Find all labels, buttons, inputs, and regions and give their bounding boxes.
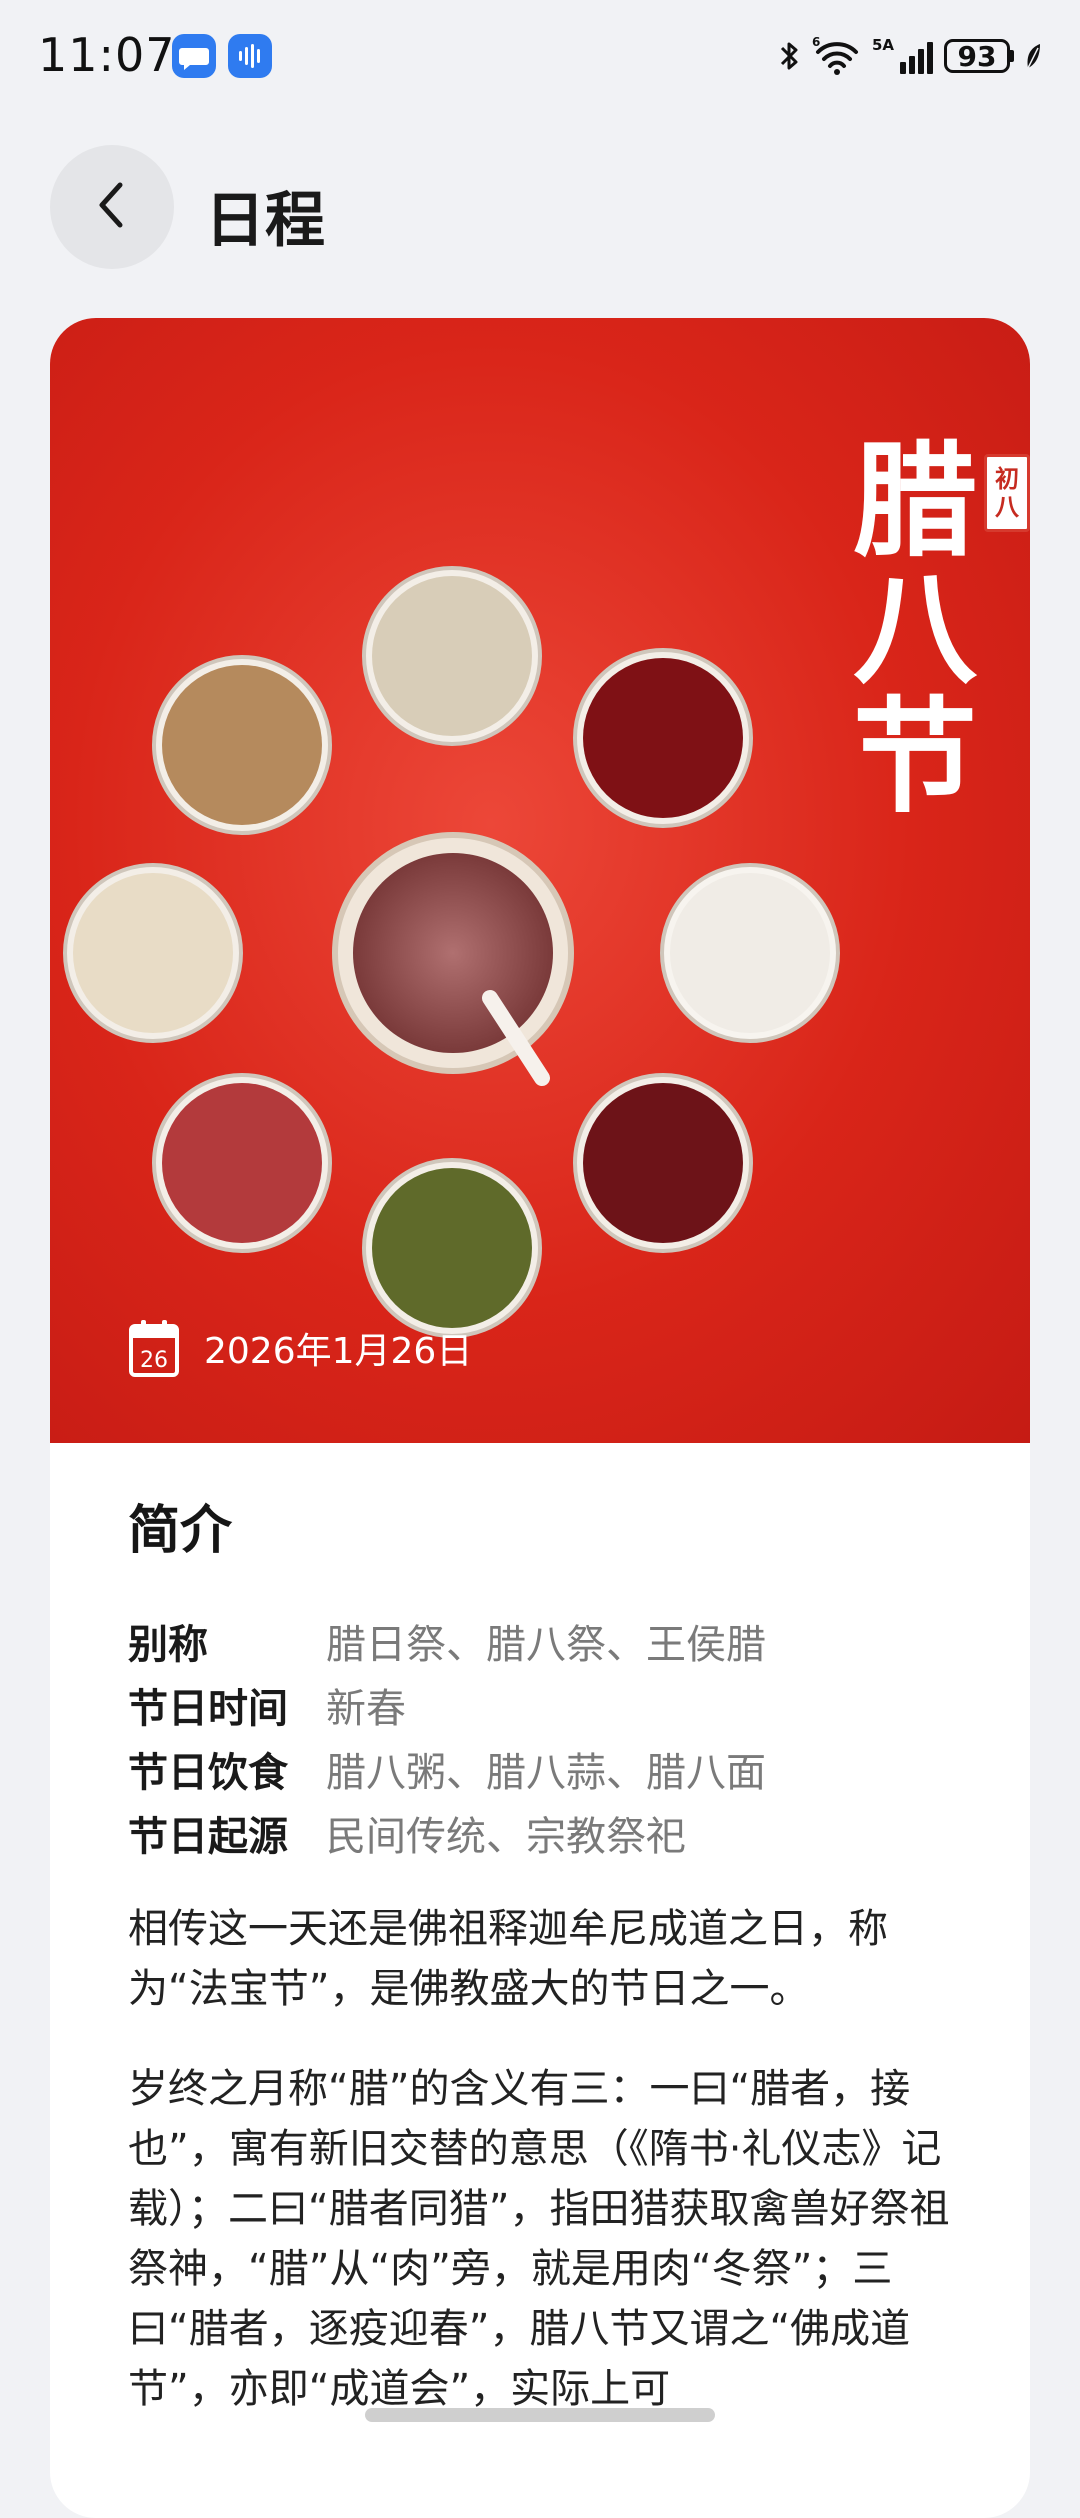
festival-date: 26 2026年1月26日	[128, 1318, 472, 1378]
voice-app-icon	[228, 34, 272, 78]
home-indicator[interactable]	[365, 2408, 715, 2422]
lunar-char: 初	[995, 464, 1019, 493]
back-button[interactable]	[50, 145, 174, 269]
field-row-time: 节日时间 新春	[128, 1677, 958, 1741]
field-value: 腊八粥、腊八蒜、腊八面	[326, 1750, 766, 1796]
status-icons: 6 5A 93	[778, 30, 1044, 82]
status-bar: 11:07 6 5A 93	[0, 0, 1080, 112]
lunar-char: 八	[995, 492, 1019, 521]
field-value: 腊日祭、腊八祭、王侯腊	[326, 1622, 766, 1668]
wifi-icon: 6	[812, 36, 862, 76]
calendar-icon: 26	[128, 1318, 180, 1378]
page-title: 日程	[205, 186, 325, 256]
battery-level: 93	[944, 39, 1010, 73]
status-time: 11:07	[38, 28, 176, 82]
field-row-origin: 节日起源 民间传统、宗教祭祀	[128, 1805, 958, 1869]
chevron-left-icon	[92, 177, 132, 237]
festival-title-char: 八	[853, 557, 978, 702]
bluetooth-icon	[778, 38, 802, 74]
field-label: 节日时间	[128, 1686, 288, 1732]
field-value: 新春	[326, 1686, 406, 1732]
network-type-label: 5A	[872, 36, 894, 54]
svg-text:6: 6	[812, 36, 820, 49]
battery-icon: 93	[944, 39, 1014, 73]
field-row-food: 节日饮食 腊八粥、腊八蒜、腊八面	[128, 1741, 958, 1805]
intro-section: 简介 别称 腊日祭、腊八祭、王侯腊 节日时间 新春 节日饮食 腊八粥、腊八蒜、腊…	[128, 1488, 958, 2419]
message-app-icon	[172, 34, 216, 78]
lunar-date-stamp: 初 八	[984, 454, 1030, 532]
intro-paragraph: 相传这一天还是佛祖释迦牟尼成道之日，称为“法宝节”，是佛教盛大的节日之一。	[128, 1906, 888, 2012]
intro-paragraph: 岁终之月称“腊”的含义有三：一曰“腊者，接也”，寓有新旧交替的意思（《隋书·礼仪…	[128, 2066, 950, 2412]
festival-card: 腊 八 节 初 八 26 2026年1月26日 简介 别称 腊日祭、腊八祭、王侯…	[50, 318, 1030, 2518]
festival-title-char: 节	[853, 685, 978, 830]
field-label: 节日饮食	[128, 1750, 288, 1796]
field-row-alias: 别称 腊日祭、腊八祭、王侯腊	[128, 1613, 958, 1677]
intro-title: 简介	[128, 1501, 233, 1561]
field-label: 节日起源	[128, 1814, 288, 1860]
festival-title-char: 腊	[853, 429, 978, 574]
calendar-day-number: 26	[140, 1348, 168, 1373]
date-text: 2026年1月26日	[204, 1331, 473, 1372]
festival-hero-image: 腊 八 节 初 八 26 2026年1月26日	[50, 318, 1030, 1443]
field-value: 民间传统、宗教祭祀	[326, 1814, 686, 1860]
field-label: 别称	[128, 1622, 208, 1668]
signal-icon: 5A	[872, 36, 934, 76]
festival-title: 腊 八 节	[853, 429, 978, 830]
leaf-icon	[1024, 40, 1044, 72]
